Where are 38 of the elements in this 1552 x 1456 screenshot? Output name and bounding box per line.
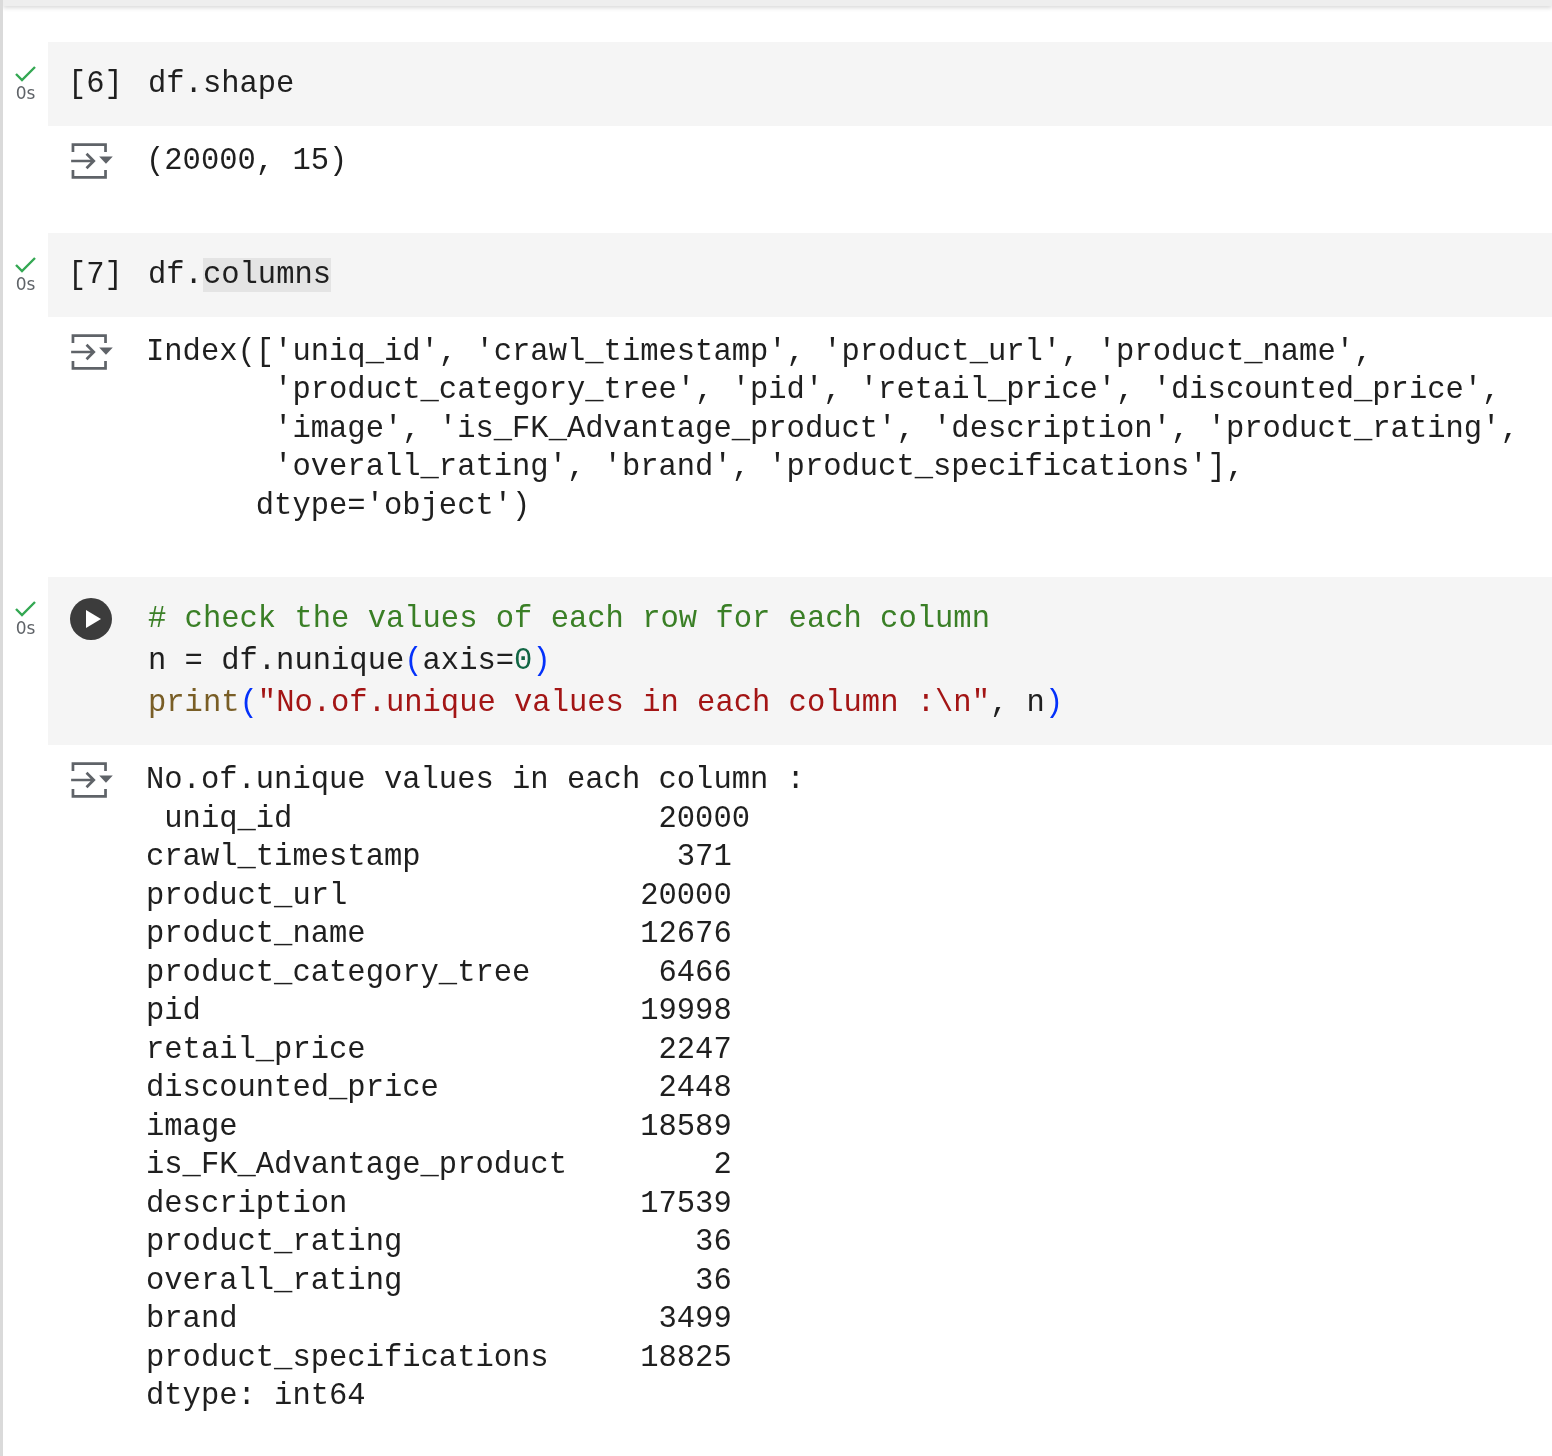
- output-text: description 17539: [146, 1185, 733, 1223]
- output-text: product_rating 36: [146, 1224, 733, 1261]
- output-text: (20000, 15): [146, 143, 348, 180]
- execution-count: [7]: [67, 256, 124, 294]
- output-text: image 18589: [146, 1108, 733, 1146]
- output-actions-icon[interactable]: [70, 761, 113, 799]
- output-text: Index(['uniq_id', 'crawl_timestamp', 'product_url', 'product_name',: [146, 333, 1374, 371]
- output-text: product_specifications 18825: [146, 1339, 733, 1377]
- execution-time: 0s: [15, 275, 36, 293]
- code-line: df.shape: [148, 66, 295, 103]
- output-text: 'product_category_tree', 'pid', 'retail_price', 'discounted_price',: [273, 372, 1502, 409]
- output-actions-icon[interactable]: [70, 142, 113, 180]
- code-line: # check the values of each row for each column: [148, 601, 991, 638]
- output-text: crawl_timestamp 371: [146, 839, 733, 876]
- output-text: No.of.unique values in each column :: [146, 762, 805, 799]
- output-text: 'overall_rating', 'brand', 'product_specifications'],: [273, 449, 1246, 486]
- code-line: print("No.of.unique values in each column :\n", n): [148, 685, 1064, 722]
- output-actions-icon[interactable]: [70, 332, 113, 371]
- output-text: overall_rating 36: [146, 1262, 733, 1300]
- execution-time: 0s: [15, 620, 36, 637]
- execution-time: 0s: [15, 85, 36, 102]
- output-text: pid 19998: [146, 993, 733, 1030]
- output-text: uniq_id 20000: [163, 800, 751, 838]
- play-icon: [85, 610, 101, 628]
- output-text: retail_price 2247: [146, 1031, 733, 1069]
- code-line: df.columns: [148, 256, 332, 294]
- output-text: brand 3499: [146, 1301, 733, 1338]
- run-button[interactable]: [70, 598, 112, 640]
- execution-count: [6]: [67, 66, 124, 103]
- output-text: product_url 20000: [146, 877, 733, 915]
- output-text: 'image', 'is_FK_Advantage_product', 'description', 'product_rating',: [273, 410, 1519, 448]
- output-text: is_FK_Advantage_product 2: [146, 1147, 733, 1184]
- output-text: dtype: int64: [146, 1378, 367, 1415]
- output-text: dtype='object'): [254, 487, 532, 525]
- output-text: product_category_tree 6466: [146, 954, 733, 992]
- output-text: discounted_price 2448: [146, 1070, 733, 1107]
- code-line: n = df.nunique(axis=0): [148, 643, 552, 680]
- output-text: product_name 12676: [146, 916, 733, 953]
